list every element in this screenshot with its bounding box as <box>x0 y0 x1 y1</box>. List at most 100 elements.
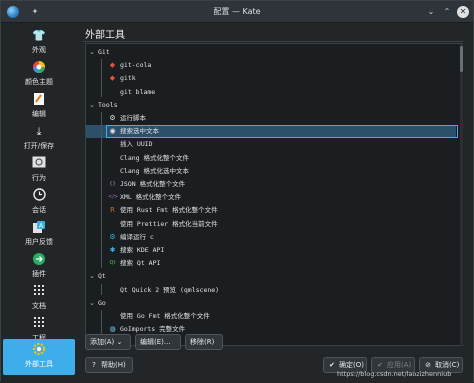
tree-item-label: Qt Quick 2 预览 (qmlscene) <box>120 285 220 294</box>
close-icon[interactable]: ✕ <box>457 6 469 18</box>
qt-icon: Qt <box>109 260 116 267</box>
git-diamond-icon: ◆ <box>109 61 116 70</box>
git-diamond-icon: ◆ <box>109 74 116 83</box>
external-tools-panel: 外部工具 ⌄ Git ◆ git-cola ◆ gitk git blame ⌄ Tools ⚙ 运… <box>77 23 473 383</box>
external-tools-icon <box>31 342 47 358</box>
expand-chevron-icon[interactable]: ⌄ <box>89 297 95 310</box>
tree-group-row[interactable]: ⌄ Tools <box>86 99 456 112</box>
tree-scrollbar[interactable] <box>460 44 463 344</box>
tree-item-row[interactable]: R 使用 Rust Fmt 格式化整个文件 <box>86 204 456 217</box>
tree-group-row[interactable]: ⌄ Qt <box>86 270 456 283</box>
tree-item-row[interactable]: ◉ 搜索选中文本 <box>86 125 458 139</box>
tree-item-row[interactable]: Qt 搜索 Qt API <box>86 257 456 270</box>
minimize-icon[interactable]: ⌄ <box>425 6 437 18</box>
tree-group-label: Git <box>98 48 110 56</box>
curly-braces-icon: {} <box>109 181 116 187</box>
expand-chevron-icon[interactable]: ⌄ <box>89 270 95 283</box>
documents-icon <box>31 284 47 300</box>
tree-item-row[interactable]: Qt Quick 2 预览 (qmlscene) <box>86 284 456 297</box>
tree-item-row[interactable]: 使用 Go Fmt 格式化整个文件 <box>86 310 456 323</box>
kde-icon: ✱ <box>109 246 116 254</box>
page-title: 外部工具 <box>85 30 125 41</box>
sidebar-item-sessions[interactable]: 会话 <box>3 185 75 217</box>
tree-item-label: gitk <box>120 74 136 83</box>
tree-item-label: 搜索 Qt API <box>120 259 161 268</box>
expand-chevron-icon[interactable]: ⌄ <box>89 99 95 112</box>
sidebar-item-label: 外部工具 <box>25 360 53 368</box>
tree-guide-line <box>101 59 102 97</box>
tree-item-row[interactable]: ◆ gitk <box>86 72 456 85</box>
tree-item-label: 搜索 KDE API <box>120 246 165 254</box>
settings-sidebar: 👕 外观 颜色主题 编辑 ⤓ 打开/保存 行为 会话 A 用户反馈 插件 文档 … <box>1 23 77 383</box>
sidebar-item-behavior[interactable]: 行为 <box>3 153 75 185</box>
add-button[interactable]: 添加(A) ⌄ <box>85 334 131 350</box>
tree-item-label: 运行脚本 <box>120 114 146 122</box>
ok-button-label: 确定(O) <box>339 361 364 369</box>
remove-button[interactable]: 移除(R) <box>185 334 223 350</box>
tree-item-row[interactable]: 插入 UUID <box>86 138 456 151</box>
plugin-icon <box>31 252 47 268</box>
sidebar-item-appearance[interactable]: 👕 外观 <box>3 25 75 57</box>
edit-button[interactable]: 编辑(E)... <box>135 334 181 350</box>
tree-guide-line <box>101 283 102 295</box>
sidebar-item-external-tools[interactable]: 外部工具 <box>3 339 75 375</box>
tree-item-row[interactable]: ◆ git-cola <box>86 59 456 72</box>
tree-item-row[interactable]: Clang 格式化整个文件 <box>86 152 456 165</box>
maximize-icon[interactable]: ⌃ <box>441 6 453 18</box>
tree-item-row[interactable]: {} JSON 格式化整个文件 <box>86 178 456 191</box>
tree-group-row[interactable]: ⌄ Git <box>86 46 456 59</box>
search-globe-icon: ◉ <box>109 127 116 136</box>
clock-icon <box>31 188 47 204</box>
tree-item-label: 插入 UUID <box>120 140 153 149</box>
title-divider <box>83 41 463 42</box>
tree-item-label: XML 格式化整个文件 <box>120 193 182 202</box>
tree-item-row[interactable]: ✱ 搜索 KDE API <box>86 244 456 257</box>
tree-item-label: 使用 Prettier 格式化当前文件 <box>120 219 218 228</box>
help-button[interactable]: ? 帮助(H) <box>85 357 133 373</box>
project-icon <box>31 316 47 332</box>
tree-group-row[interactable]: ⌄ Go <box>86 297 456 310</box>
go-gopher-icon: ◍ <box>109 325 116 334</box>
tree-item-row[interactable]: ⚙ 编译运行 c <box>86 231 456 244</box>
edit-icon <box>31 92 47 108</box>
watermark-url: https://blog.csdn.net/laozizhenniub <box>337 370 452 378</box>
expand-chevron-icon[interactable]: ⌄ <box>89 46 95 59</box>
tree-item-row[interactable]: git blame <box>86 86 456 99</box>
tree-item-label: git-cola <box>120 61 152 70</box>
settings-window: ✦ 配置 — Kate ⌄ ⌃ ✕ 👕 外观 颜色主题 编辑 ⤓ 打开/保存 行… <box>0 0 474 383</box>
tree-group-label: Tools <box>98 100 118 109</box>
sidebar-item-open-save[interactable]: ⤓ 打开/保存 <box>3 121 75 153</box>
tree-item-row[interactable]: </> XML 格式化整个文件 <box>86 191 456 204</box>
tree-group-label: Go <box>98 298 106 307</box>
tree-item-row[interactable]: Clang 格式化选中文本 <box>86 165 456 178</box>
color-wheel-icon <box>31 60 47 76</box>
sidebar-item-label: 会话 <box>32 206 46 214</box>
window-title: 配置 — Kate <box>213 7 261 16</box>
shirt-icon: 👕 <box>32 29 46 42</box>
tools-tree[interactable]: ⌄ Git ◆ git-cola ◆ gitk git blame ⌄ Tools ⚙ 运行脚本 ◉ 搜… <box>85 43 463 346</box>
chevron-down-icon: ⌄ <box>116 338 123 346</box>
sidebar-item-plugins[interactable]: 插件 <box>3 249 75 281</box>
tree-item-label: git blame <box>120 87 156 96</box>
remove-button-label: 移除(R) <box>190 338 215 346</box>
tree-item-row[interactable]: 使用 Prettier 格式化当前文件 <box>86 218 456 231</box>
tree-item-label: 搜索选中文本 <box>120 127 159 136</box>
sidebar-item-label: 外观 <box>32 46 46 54</box>
compile-run-icon: ⚙ <box>109 232 116 241</box>
tree-item-row[interactable]: ⚙ 运行脚本 <box>86 112 456 125</box>
sidebar-item-color-themes[interactable]: 颜色主题 <box>3 57 75 89</box>
sidebar-item-documents[interactable]: 文档 <box>3 281 75 313</box>
sidebar-item-label: 用户反馈 <box>25 238 53 246</box>
run-script-icon: ⚙ <box>109 114 116 122</box>
help-icon: ? <box>92 361 96 369</box>
angle-brackets-icon: </> <box>108 194 119 201</box>
tree-item-label: Clang 格式化整个文件 <box>120 153 189 162</box>
tree-group-label: Qt <box>98 272 106 281</box>
scrollbar-thumb[interactable] <box>460 46 463 72</box>
sidebar-item-edit[interactable]: 编辑 <box>3 89 75 121</box>
tree-item-label: Clang 格式化选中文本 <box>120 166 189 175</box>
tree-item-label: 编译运行 c <box>120 232 154 241</box>
sidebar-item-user-feedback[interactable]: A 用户反馈 <box>3 217 75 249</box>
tree-item-label: 使用 Go Fmt 格式化整个文件 <box>120 312 210 320</box>
apply-button-label: 应用(A) <box>387 361 412 369</box>
